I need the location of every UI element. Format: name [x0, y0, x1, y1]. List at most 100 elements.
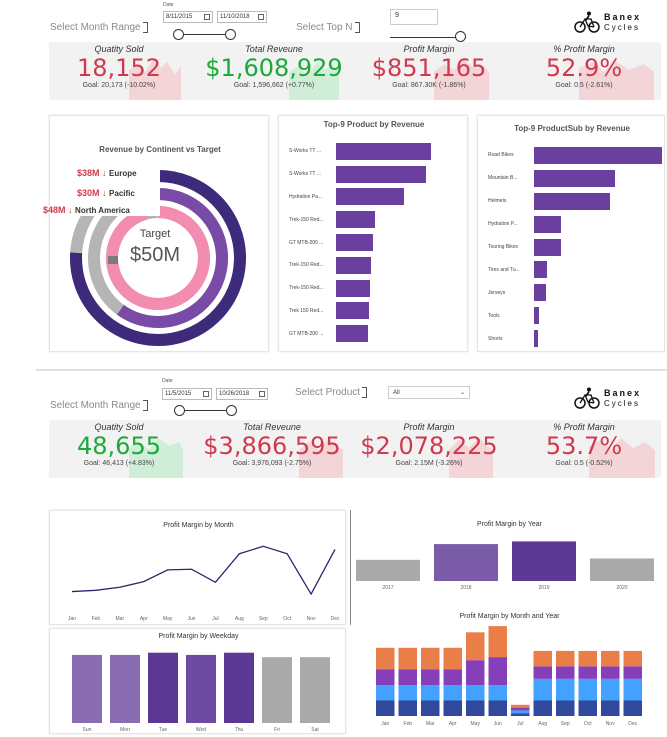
bar-row[interactable]: Trek-150 Red...	[279, 254, 469, 277]
ribbon-segment[interactable]	[443, 647, 463, 670]
ribbon-segment[interactable]	[601, 700, 620, 717]
weekday-bar[interactable]	[224, 652, 254, 723]
ribbon-segment[interactable]	[376, 669, 395, 686]
ribbon-segment[interactable]	[443, 685, 463, 701]
bar-row[interactable]: Jerseys	[478, 281, 666, 304]
bar[interactable]	[336, 256, 371, 274]
bar[interactable]	[336, 211, 375, 229]
ribbon-segment[interactable]	[601, 666, 620, 679]
ribbon-segment[interactable]	[443, 669, 463, 686]
bar[interactable]	[534, 238, 561, 256]
ribbon-segment[interactable]	[511, 707, 530, 711]
weekday-bar[interactable]	[72, 654, 102, 723]
ribbon-segment[interactable]	[578, 678, 598, 701]
bar-row[interactable]: Mountain B...	[478, 167, 666, 190]
bar-row[interactable]: Hydration P...	[478, 213, 666, 236]
bar[interactable]	[534, 330, 538, 348]
bar-row[interactable]: Shorts	[478, 327, 666, 350]
bar[interactable]	[534, 215, 561, 233]
ribbon-segment[interactable]	[623, 666, 643, 679]
ribbon-segment[interactable]	[511, 713, 530, 716]
ribbon-segment[interactable]	[511, 704, 530, 708]
ribbon-segment[interactable]	[533, 666, 553, 679]
weekday-bar[interactable]	[148, 652, 178, 723]
ribbon-segment[interactable]	[398, 647, 418, 670]
ribbon-segment[interactable]	[556, 700, 575, 717]
bar[interactable]	[534, 284, 546, 302]
date-slider-start-handle[interactable]	[174, 405, 185, 416]
bar-row[interactable]: GT MTB-200 ...	[279, 322, 469, 345]
date-slider-end-handle[interactable]	[225, 29, 236, 40]
bar-row[interactable]: Tools	[478, 304, 666, 327]
end-date-input[interactable]: 10/26/2018	[216, 388, 268, 400]
ribbon-segment[interactable]	[376, 647, 395, 670]
ribbon-segment[interactable]	[556, 650, 575, 667]
ribbon-segment[interactable]	[466, 632, 485, 661]
ribbon-segment[interactable]	[398, 685, 418, 701]
bar-row[interactable]: GT MTB-200 ...	[279, 231, 469, 254]
ribbon-segment[interactable]	[421, 669, 440, 686]
bar-row[interactable]: Hydration Pa...	[279, 186, 469, 209]
date-slider-end-handle[interactable]	[226, 405, 237, 416]
ribbon-segment[interactable]	[533, 678, 553, 701]
start-date-input[interactable]: 8/11/2015	[163, 11, 213, 23]
top-n-slider-handle[interactable]	[455, 31, 466, 42]
bar[interactable]	[336, 234, 373, 252]
ribbon-segment[interactable]	[443, 700, 463, 717]
weekday-bar[interactable]	[262, 657, 292, 723]
ribbon-segment[interactable]	[421, 647, 440, 670]
calendar-icon[interactable]	[204, 14, 210, 20]
bar[interactable]	[336, 325, 368, 343]
bar[interactable]	[534, 261, 547, 279]
bar[interactable]	[534, 307, 540, 325]
bar-row[interactable]: Road Bikes	[478, 144, 666, 167]
ribbon-segment[interactable]	[623, 650, 643, 667]
ribbon-segment[interactable]	[421, 700, 440, 717]
ribbon-segment[interactable]	[556, 666, 575, 679]
bar[interactable]	[336, 302, 369, 320]
bar-row[interactable]: Touring Bikes	[478, 236, 666, 259]
pm-month-line[interactable]	[71, 545, 336, 596]
ribbon-segment[interactable]	[623, 700, 643, 717]
ribbon-segment[interactable]	[578, 700, 598, 717]
year-bar[interactable]	[590, 558, 654, 582]
calendar-icon[interactable]	[258, 14, 264, 20]
year-bar[interactable]	[356, 559, 420, 581]
end-date-input[interactable]: 11/10/2018	[217, 11, 267, 23]
ribbon-segment[interactable]	[398, 669, 418, 686]
calendar-icon[interactable]	[259, 391, 265, 397]
ribbon-segment[interactable]	[488, 657, 508, 685]
product-dropdown[interactable]: All ⌄	[388, 386, 470, 399]
ribbon-segment[interactable]	[556, 678, 575, 701]
ribbon-segment[interactable]	[511, 710, 530, 714]
ribbon-segment[interactable]	[466, 700, 485, 717]
date-slider-track[interactable]	[180, 410, 232, 411]
ribbon-segment[interactable]	[466, 685, 485, 701]
chevron-down-icon[interactable]: ⌄	[460, 389, 465, 396]
bar-row[interactable]: Tires and Tu...	[478, 259, 666, 282]
ribbon-segment[interactable]	[533, 700, 553, 717]
ribbon-segment[interactable]	[623, 678, 643, 701]
weekday-bar[interactable]	[300, 657, 330, 723]
ribbon-segment[interactable]	[601, 650, 620, 667]
bar-row[interactable]: Helmets	[478, 190, 666, 213]
ribbon-segment[interactable]	[376, 700, 395, 717]
bar[interactable]	[336, 188, 404, 206]
bar-row[interactable]: Trek-150 Red...	[279, 208, 469, 231]
bar[interactable]	[534, 169, 615, 187]
bar[interactable]	[336, 279, 370, 297]
start-date-input[interactable]: 11/5/2015	[162, 388, 212, 400]
ribbon-segment[interactable]	[488, 700, 508, 717]
bar[interactable]	[534, 146, 662, 164]
ribbon-segment[interactable]	[533, 650, 553, 667]
ribbon-segment[interactable]	[488, 626, 508, 658]
year-bar[interactable]	[434, 544, 498, 581]
ribbon-segment[interactable]	[578, 666, 598, 679]
bar[interactable]	[534, 192, 610, 210]
ribbon-segment[interactable]	[421, 685, 440, 701]
ribbon-segment[interactable]	[398, 700, 418, 717]
ribbon-segment[interactable]	[578, 650, 598, 667]
weekday-bar[interactable]	[110, 654, 140, 723]
ribbon-segment[interactable]	[488, 685, 508, 701]
bar[interactable]	[336, 165, 426, 183]
